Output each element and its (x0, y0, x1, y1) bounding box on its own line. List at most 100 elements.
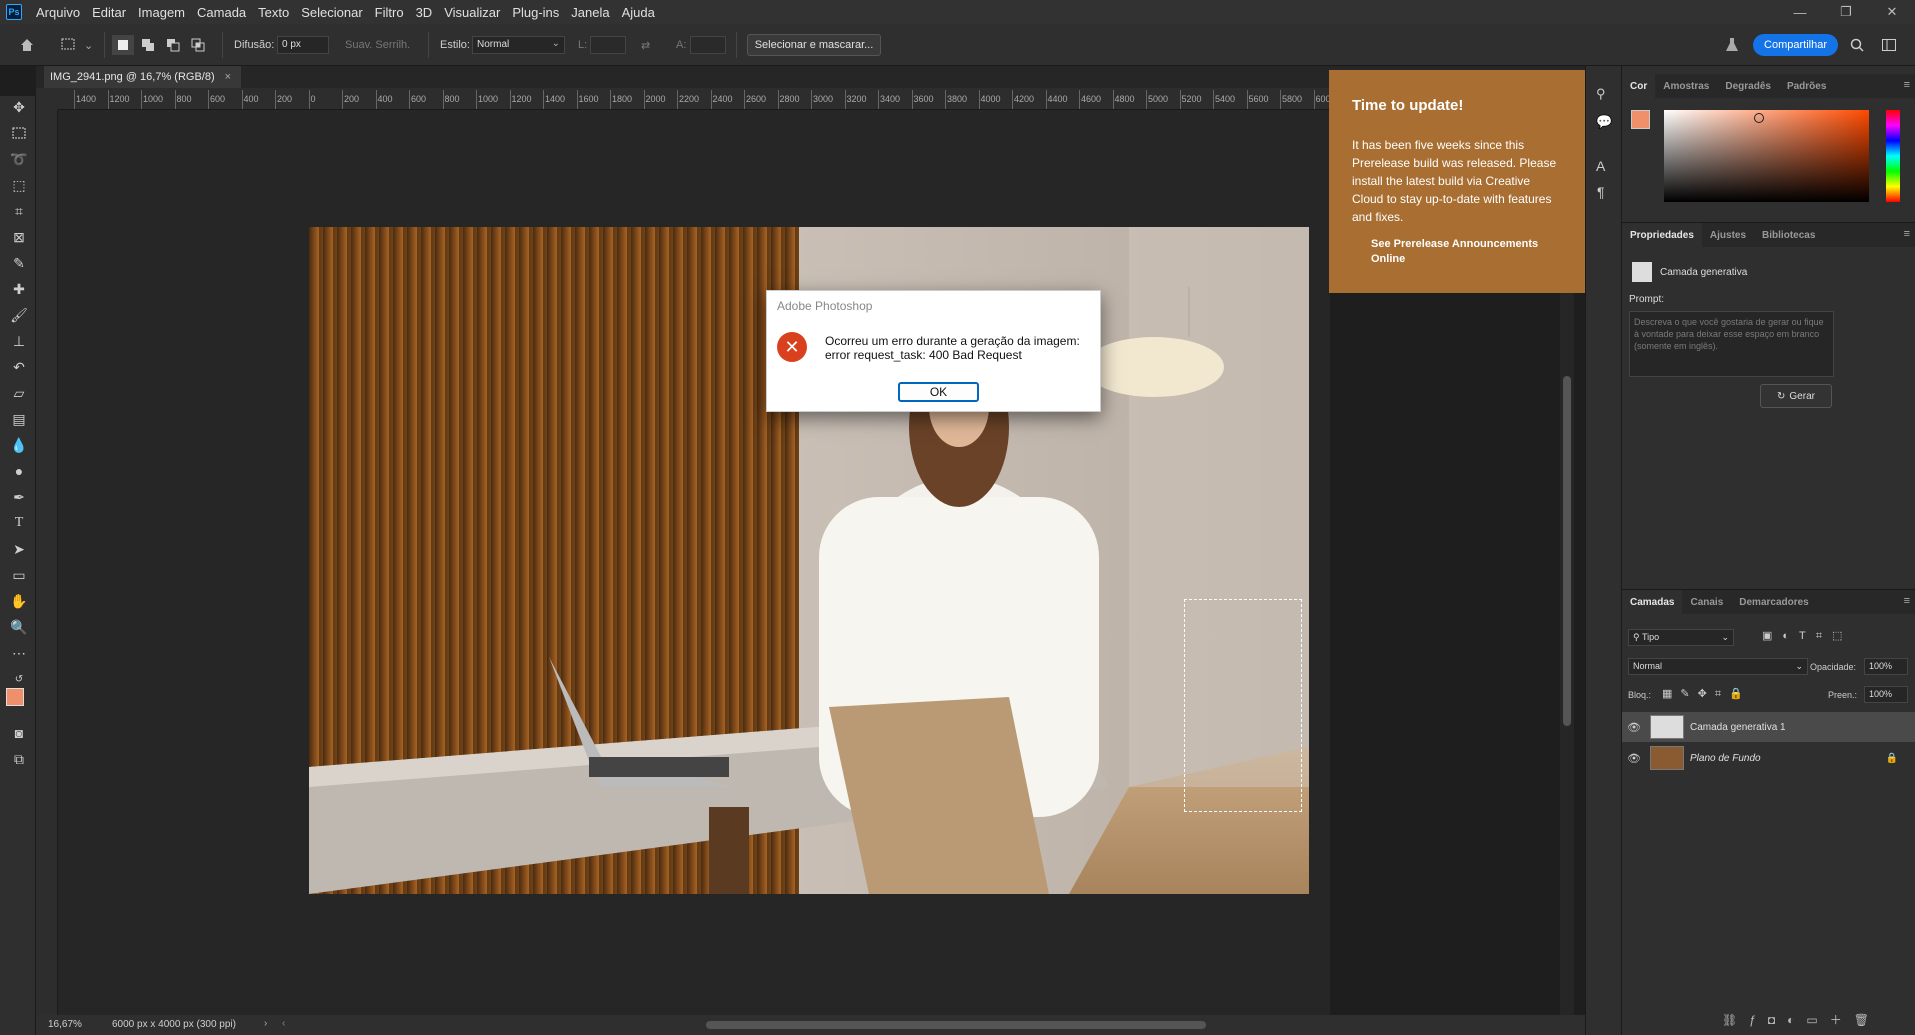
prompt-input[interactable]: Descreva o que você gostaria de gerar ou… (1629, 311, 1834, 377)
tab-cor[interactable]: Cor (1622, 74, 1656, 98)
zoom-level[interactable]: 16,67% (48, 1019, 82, 1030)
menu-ajuda[interactable]: Ajuda (616, 5, 661, 20)
pen-tool-icon[interactable]: ✒ (8, 486, 30, 508)
panel-menu-icon[interactable]: ≡ (1904, 228, 1910, 240)
menu-editar[interactable]: Editar (86, 5, 132, 20)
gradient-tool-icon[interactable]: ▤ (8, 408, 30, 430)
history-panel-icon[interactable]: ⚲ (1596, 86, 1606, 102)
tab-ajustes[interactable]: Ajustes (1702, 223, 1754, 247)
menu-janela[interactable]: Janela (565, 5, 615, 20)
feather-input[interactable]: 0 px (277, 36, 329, 54)
close-icon[interactable]: ✕ (1869, 0, 1915, 24)
clone-stamp-tool-icon[interactable]: ⊥ (8, 330, 30, 352)
crop-tool-icon[interactable]: ⌗ (8, 200, 30, 222)
hand-tool-icon[interactable]: ✋ (8, 590, 30, 612)
type-tool-icon[interactable]: T (8, 512, 30, 534)
blur-tool-icon[interactable]: 💧 (8, 434, 30, 456)
rectangle-tool-icon[interactable]: ▭ (8, 564, 30, 586)
restore-icon[interactable]: ❐ (1823, 0, 1869, 24)
quick-mask-icon[interactable]: ◙ (8, 722, 30, 744)
panel-menu-icon[interactable]: ≡ (1904, 595, 1910, 607)
lock-icons[interactable]: ▦✎✥⌗🔒 (1662, 687, 1751, 701)
visibility-eye-icon[interactable]: 👁 (1622, 752, 1646, 765)
flask-icon[interactable] (1721, 35, 1743, 55)
menu-arquivo[interactable]: Arquivo (30, 5, 86, 20)
select-and-mask-button[interactable]: Selecionar e mascarar... (747, 34, 881, 56)
menu-camada[interactable]: Camada (191, 5, 252, 20)
close-tab-icon[interactable]: × (225, 71, 231, 83)
zoom-tool-icon[interactable]: 🔍 (8, 616, 30, 638)
tab-propriedades[interactable]: Propriedades (1622, 223, 1702, 247)
eyedropper-tool-icon[interactable]: ✎ (8, 252, 30, 274)
tab-demarcadores[interactable]: Demarcadores (1731, 590, 1816, 614)
visibility-eye-icon[interactable]: 👁 (1622, 721, 1646, 734)
style-select[interactable]: Normal ⌄ (472, 36, 565, 54)
object-selection-tool-icon[interactable]: ⬚ (8, 174, 30, 196)
layer-filter-select[interactable]: ⚲ Tipo ⌄ (1628, 629, 1734, 646)
fill-input[interactable]: 100% (1864, 686, 1908, 703)
menu-plugins[interactable]: Plug-ins (506, 5, 565, 20)
opacity-input[interactable]: 100% (1864, 658, 1908, 675)
vertical-scroll-thumb[interactable] (1563, 376, 1571, 726)
tab-amostras[interactable]: Amostras (1655, 74, 1717, 98)
layer-filter-icons[interactable]: ▣◐T⌗⬚ (1762, 629, 1852, 643)
blend-mode-select[interactable]: Normal ⌄ (1628, 658, 1808, 675)
tab-camadas[interactable]: Camadas (1622, 590, 1683, 614)
layer-footer-icons[interactable]: ⛓ƒ◘◐▭＋🗑 (1722, 1011, 1881, 1028)
search-icon[interactable] (1846, 35, 1868, 55)
foreground-color-swatch[interactable] (6, 688, 24, 706)
menu-filtro[interactable]: Filtro (369, 5, 410, 20)
panel-foreground-swatch[interactable] (1631, 110, 1650, 129)
tab-canais[interactable]: Canais (1682, 590, 1731, 614)
eraser-tool-icon[interactable]: ▱ (8, 382, 30, 404)
lasso-tool-icon[interactable]: ➰ (8, 148, 30, 170)
dodge-tool-icon[interactable]: ● (8, 460, 30, 482)
swap-colors-icon[interactable]: ↺ (8, 668, 30, 690)
paragraph-panel-icon[interactable]: ¶ (1597, 184, 1605, 200)
new-selection-icon[interactable] (112, 35, 134, 55)
intersect-selection-icon[interactable] (187, 35, 209, 55)
history-brush-tool-icon[interactable]: ↶ (8, 356, 30, 378)
screen-mode-icon[interactable]: ⧉ (8, 748, 30, 770)
healing-brush-tool-icon[interactable]: ✚ (8, 278, 30, 300)
layer-row[interactable]: 👁 Camada generativa 1 (1622, 712, 1915, 742)
status-expand-icon[interactable]: › (264, 1018, 267, 1029)
add-selection-icon[interactable] (137, 35, 159, 55)
minimize-icon[interactable]: — (1777, 0, 1823, 24)
menu-texto[interactable]: Texto (252, 5, 295, 20)
menu-3d[interactable]: 3D (410, 5, 439, 20)
layer-row[interactable]: 👁 Plano de Fundo 🔒 (1622, 743, 1915, 773)
scroll-left-icon[interactable]: ‹ (282, 1018, 285, 1029)
workspace-icon[interactable] (1878, 35, 1900, 55)
horizontal-scroll-thumb[interactable] (706, 1021, 1206, 1029)
tab-bibliotecas[interactable]: Bibliotecas (1754, 223, 1823, 247)
horizontal-scrollbar[interactable] (316, 1019, 1596, 1031)
comments-panel-icon[interactable]: 💬 (1596, 114, 1612, 130)
prerelease-announcements-link[interactable]: See Prerelease Announcements Online (1371, 237, 1566, 267)
generate-button[interactable]: ↻ Gerar (1760, 384, 1832, 408)
antialias-checkbox[interactable]: Suav. Serrilh. (345, 39, 410, 51)
menu-visualizar[interactable]: Visualizar (438, 5, 506, 20)
subtract-selection-icon[interactable] (162, 35, 184, 55)
brush-tool-icon[interactable]: 🖌 (8, 304, 30, 326)
move-tool-icon[interactable]: ✥ (8, 96, 30, 118)
preset-chevron-icon[interactable]: ⌄ (84, 39, 93, 52)
color-picker-cursor[interactable] (1754, 113, 1764, 123)
ok-button[interactable]: OK (898, 382, 979, 402)
more-tools-icon[interactable]: ⋯ (8, 642, 30, 664)
share-button[interactable]: Compartilhar (1753, 34, 1838, 56)
character-panel-icon[interactable]: A (1596, 158, 1605, 174)
color-picker-field[interactable] (1664, 110, 1869, 202)
tab-padroes[interactable]: Padrões (1779, 74, 1834, 98)
selection-marquee[interactable] (1184, 599, 1302, 812)
tab-degrades[interactable]: Degradês (1717, 74, 1779, 98)
menu-selecionar[interactable]: Selecionar (295, 5, 368, 20)
panel-menu-icon[interactable]: ≡ (1904, 79, 1910, 91)
hue-slider[interactable] (1886, 110, 1900, 202)
rect-marquee-tool-icon[interactable] (8, 122, 30, 144)
menu-imagem[interactable]: Imagem (132, 5, 191, 20)
rect-marquee-preset-icon[interactable] (58, 35, 80, 55)
path-selection-tool-icon[interactable]: ➤ (8, 538, 30, 560)
home-icon[interactable] (16, 35, 38, 55)
frame-tool-icon[interactable]: ⊠ (8, 226, 30, 248)
